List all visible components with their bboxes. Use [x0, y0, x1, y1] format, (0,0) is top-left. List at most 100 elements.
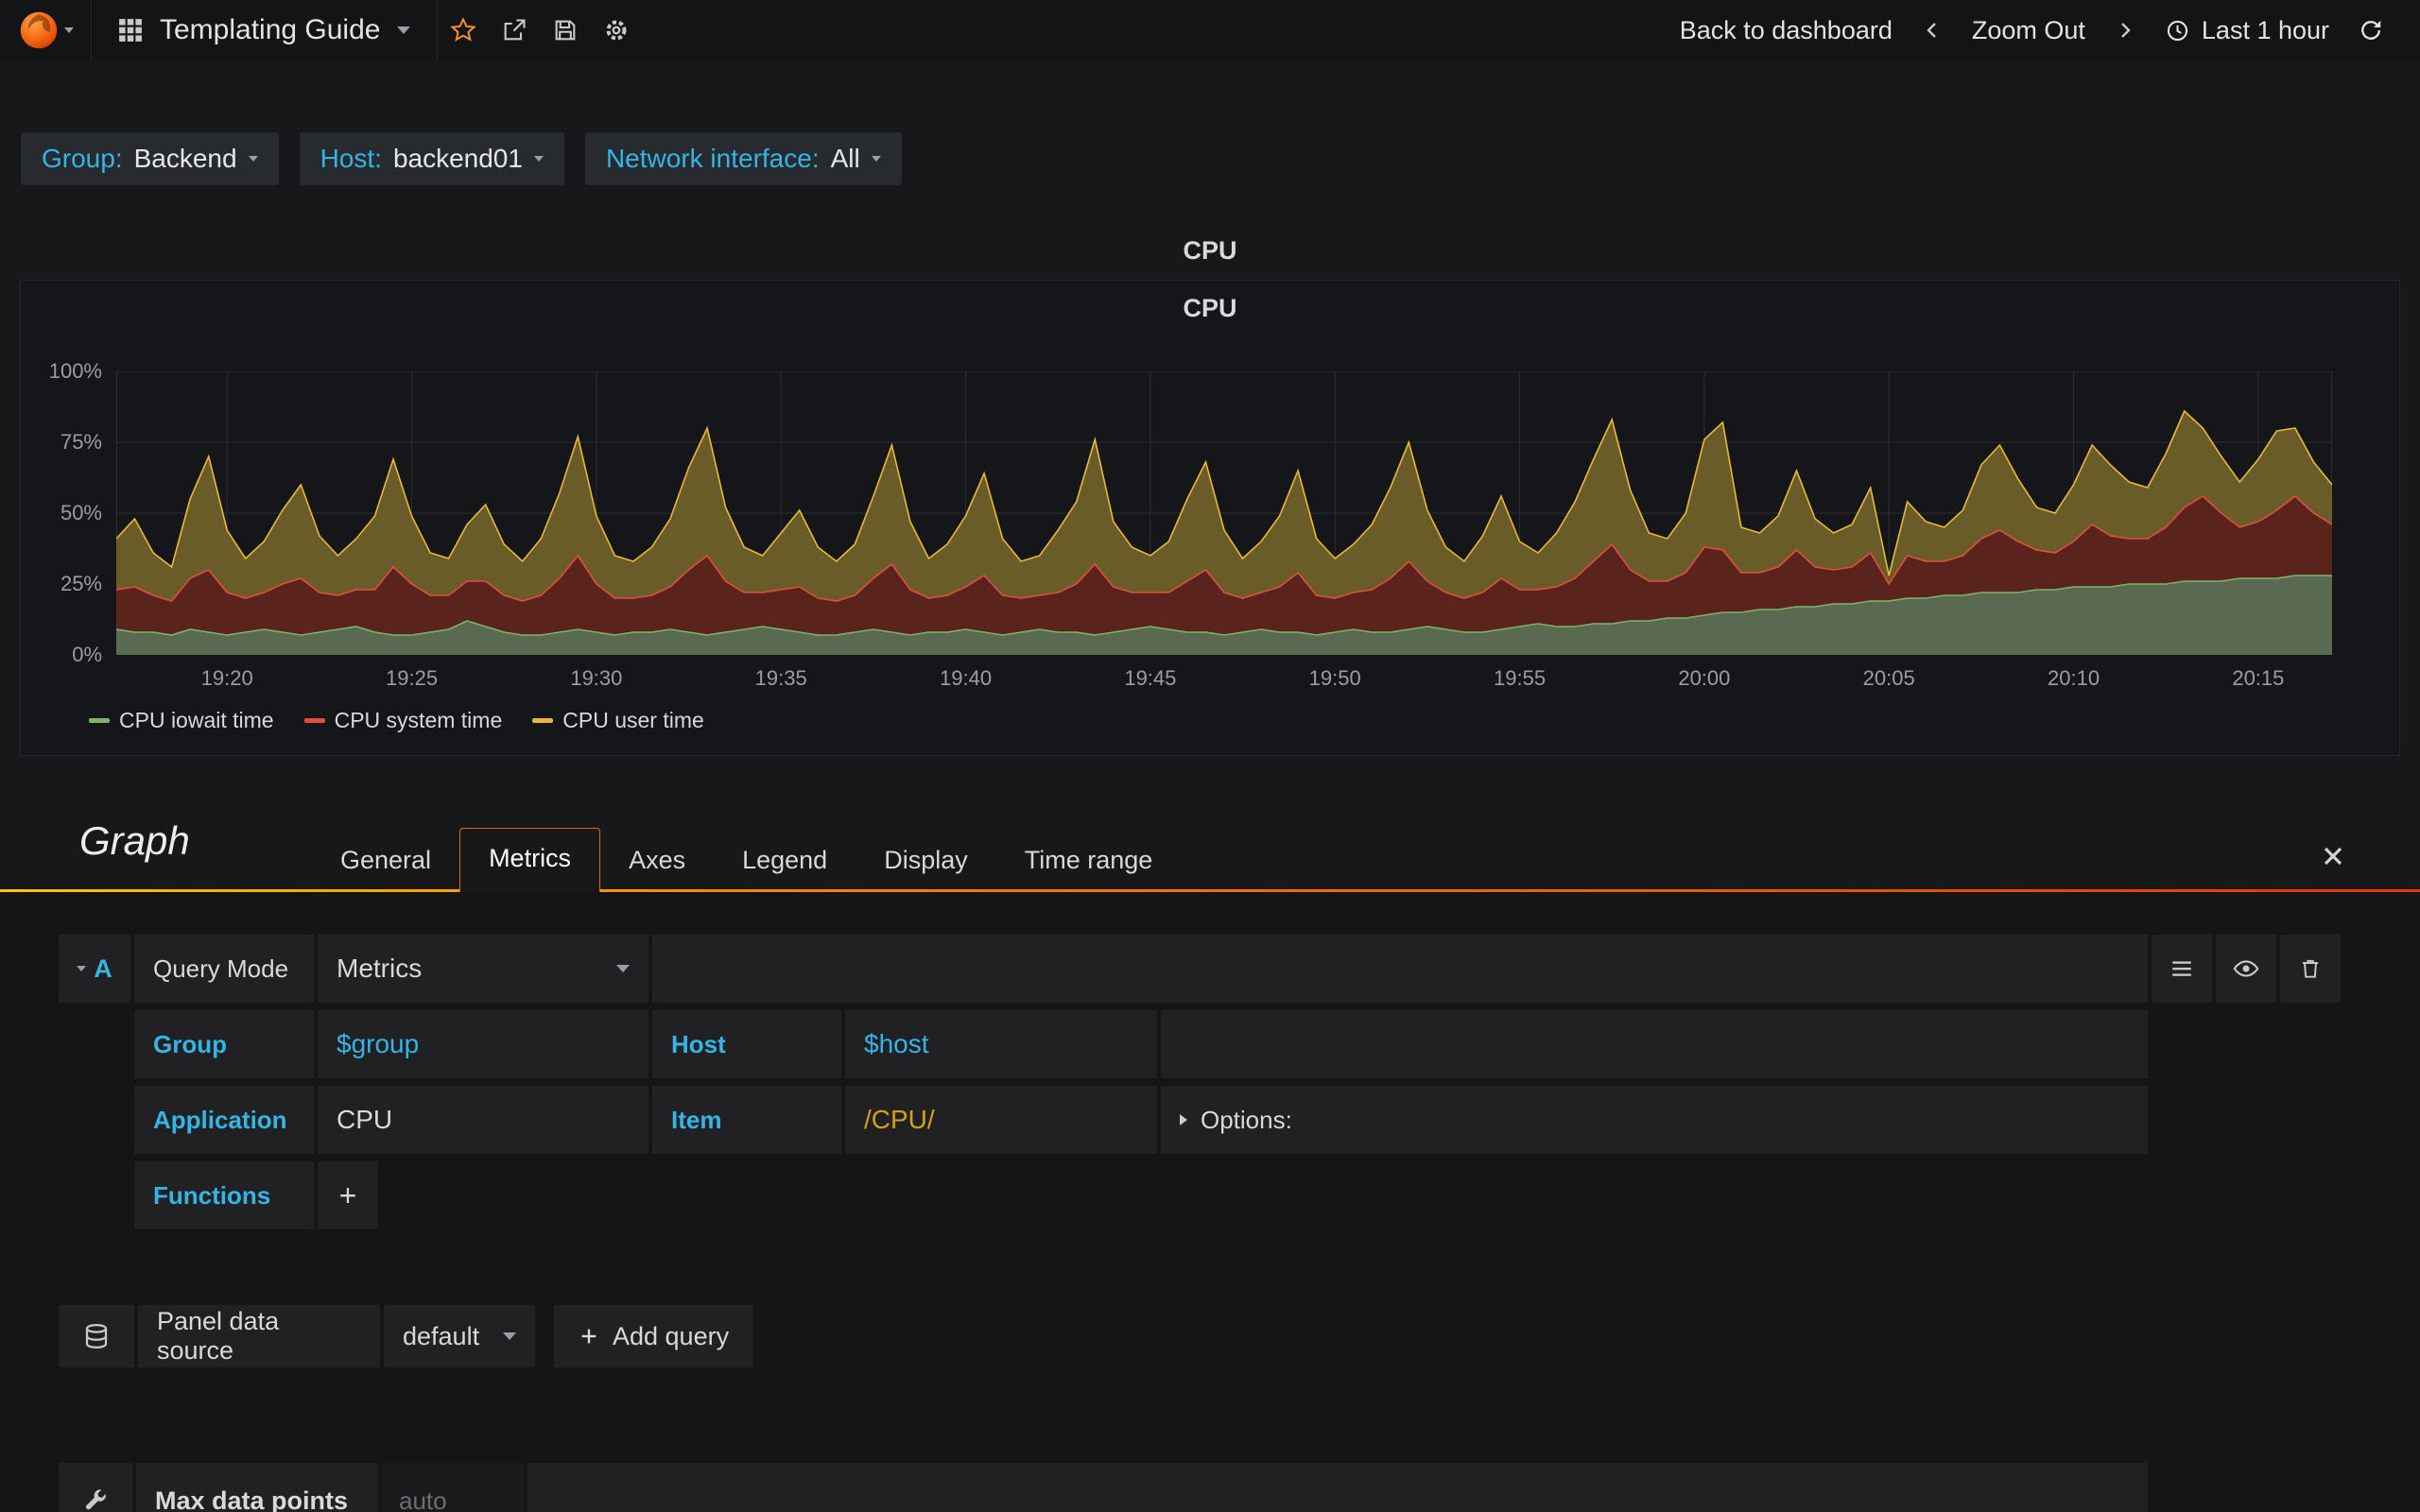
navbar-right-controls: Back to dashboard Zoom Out Last 1 hour	[1680, 16, 2420, 45]
refresh-button[interactable]	[2358, 17, 2384, 43]
share-button[interactable]	[489, 0, 540, 60]
tabs-underline	[0, 889, 2420, 892]
grafana-logo-menu[interactable]	[0, 0, 91, 60]
chevron-left-icon	[1927, 23, 1936, 38]
plus-icon: +	[338, 1177, 357, 1212]
grafana-logo-icon	[20, 11, 57, 49]
x-tick-label: 20:10	[2048, 666, 2100, 690]
query-toggle-visibility-button[interactable]	[2216, 935, 2276, 1003]
panel-title[interactable]: CPU	[0, 225, 2420, 276]
chevron-right-icon	[2121, 23, 2131, 38]
template-var-network-interface[interactable]: Network interface: All	[584, 132, 902, 185]
tab-display[interactable]: Display	[856, 830, 996, 890]
editor-tabs: General Metrics Axes Legend Display Time…	[312, 828, 1182, 892]
legend-label: CPU iowait time	[119, 708, 274, 732]
tab-axes[interactable]: Axes	[600, 830, 714, 890]
max-data-points-label: Max data points	[136, 1463, 378, 1512]
template-var-label: Group:	[42, 144, 123, 173]
star-button[interactable]	[438, 0, 489, 60]
template-variables-row: Group: Backend Host: backend01 Network i…	[21, 132, 902, 185]
options-row-filler	[527, 1463, 2148, 1512]
query-menu-button[interactable]	[2152, 935, 2212, 1003]
legend-label: CPU system time	[334, 708, 503, 732]
x-tick-label: 19:55	[1494, 666, 1547, 690]
chevron-down-icon	[63, 27, 74, 33]
legend-item[interactable]: CPU user time	[532, 708, 704, 733]
host-field-value[interactable]: $host	[845, 1010, 1157, 1078]
chart-plot[interactable]	[116, 371, 2332, 655]
chevron-down-icon	[533, 156, 544, 162]
tab-time-range[interactable]: Time range	[996, 830, 1182, 890]
query-row-group-host: Group $group Host $host	[134, 1010, 2148, 1078]
template-var-value: Backend	[133, 144, 237, 173]
datasource-icon-cell	[59, 1305, 134, 1367]
chevron-down-icon	[871, 156, 881, 162]
group-field-value[interactable]: $group	[318, 1010, 648, 1078]
datasource-select[interactable]: default	[384, 1305, 535, 1367]
dashboard-title: Templating Guide	[160, 14, 381, 45]
chevron-down-icon	[248, 156, 258, 162]
legend-swatch-icon	[89, 718, 110, 723]
chevron-down-icon	[616, 965, 630, 972]
query-collapse-toggle[interactable]: A	[59, 935, 130, 1003]
max-data-points-input[interactable]	[399, 1486, 507, 1512]
application-field-value[interactable]: CPU	[318, 1086, 648, 1154]
tab-metrics[interactable]: Metrics	[459, 828, 601, 892]
navbar: Templating Guide Back to dashboard Zoom …	[0, 0, 2420, 60]
query-row-filler	[652, 935, 2148, 1003]
x-tick-label: 20:00	[1678, 666, 1731, 690]
x-axis: 19:20 19:25 19:30 19:35 19:40 19:45 19:50 19:55…	[116, 666, 2332, 693]
host-field-label: Host	[652, 1010, 841, 1078]
y-tick-label: 50%	[60, 501, 102, 524]
zoom-out-link[interactable]: Zoom Out	[1972, 16, 2085, 45]
template-var-group[interactable]: Group: Backend	[21, 132, 279, 185]
time-shift-back-button[interactable]	[1921, 19, 1944, 42]
legend-item[interactable]: CPU system time	[303, 708, 503, 733]
back-to-dashboard-link[interactable]: Back to dashboard	[1680, 16, 1893, 45]
close-editor-button[interactable]	[2312, 835, 2354, 877]
refresh-icon	[2361, 20, 2381, 40]
star-icon	[450, 17, 477, 42]
dashboard-title-dropdown[interactable]: Templating Guide	[92, 0, 437, 60]
query-delete-button[interactable]	[2280, 935, 2341, 1003]
legend-swatch-icon	[532, 718, 554, 723]
query-mode-select[interactable]: Metrics	[318, 935, 648, 1003]
time-range-picker[interactable]: Last 1 hour	[2165, 16, 2329, 45]
x-tick-label: 19:45	[1124, 666, 1177, 690]
x-tick-label: 19:40	[940, 666, 993, 690]
add-function-button[interactable]: +	[318, 1161, 378, 1229]
x-tick-label: 20:15	[2232, 666, 2285, 690]
save-icon	[556, 20, 576, 41]
metrics-options-row: Max data points	[59, 1463, 2148, 1512]
add-query-button[interactable]: Add query	[554, 1305, 754, 1367]
tab-legend[interactable]: Legend	[714, 830, 856, 890]
item-field-value[interactable]: /CPU/	[845, 1086, 1157, 1154]
time-range-label: Last 1 hour	[2201, 15, 2329, 44]
x-tick-label: 20:05	[1862, 666, 1915, 690]
query-row-filler	[1161, 1010, 2148, 1078]
max-data-points-cell	[382, 1463, 524, 1512]
legend-label: CPU user time	[562, 708, 704, 732]
template-var-host[interactable]: Host: backend01	[299, 132, 564, 185]
datasource-row: Panel data source default Add query	[59, 1305, 754, 1367]
legend-item[interactable]: CPU iowait time	[89, 708, 274, 733]
options-icon-cell	[59, 1463, 132, 1512]
tab-general[interactable]: General	[312, 830, 459, 890]
menu-icon	[2172, 961, 2191, 976]
query-row-a: A Query Mode Metrics	[59, 935, 2341, 1003]
y-tick-label: 100%	[48, 359, 102, 383]
template-var-value: backend01	[392, 144, 523, 173]
options-toggle[interactable]: Options:	[1161, 1086, 2148, 1154]
x-tick-label: 19:50	[1308, 666, 1361, 690]
gear-icon	[606, 20, 627, 41]
y-tick-label: 25%	[60, 572, 102, 595]
chevron-down-icon	[503, 1332, 516, 1340]
chart-legend: CPU iowait time CPU system time CPU user t…	[89, 708, 704, 733]
x-tick-label: 19:30	[570, 666, 623, 690]
save-button[interactable]	[540, 0, 591, 60]
plus-icon	[581, 1329, 596, 1344]
trash-icon	[2302, 959, 2319, 978]
dashboard-grid-icon	[119, 19, 142, 42]
time-shift-forward-button[interactable]	[2114, 19, 2136, 42]
settings-button[interactable]	[591, 0, 642, 60]
